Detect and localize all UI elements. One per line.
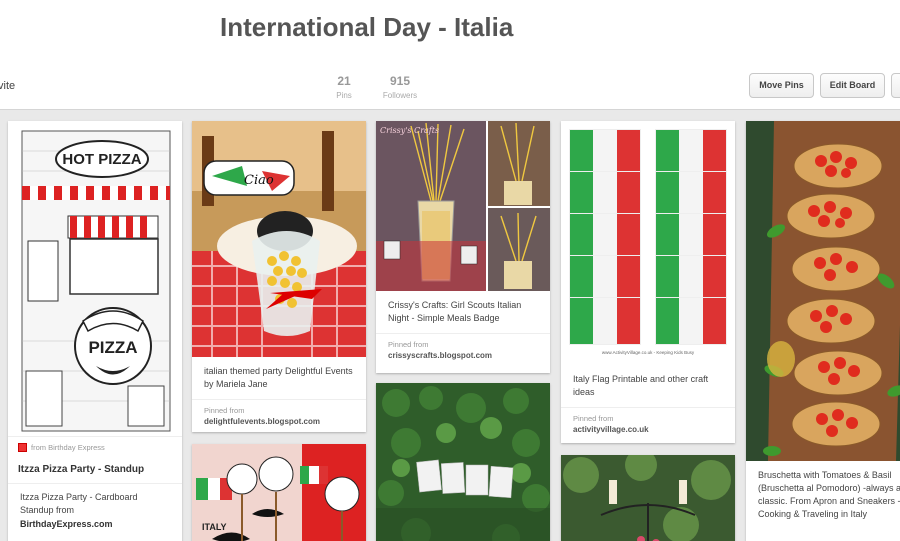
pinned-from-label: Pinned from xyxy=(388,340,429,349)
svg-text:Crissy's Crafts: Crissy's Crafts xyxy=(380,126,439,135)
pin-title[interactable]: Itzza Pizza Party - Standup xyxy=(8,458,182,484)
pin-description: Crissy's Crafts: Girl Scouts Italian Nig… xyxy=(388,300,522,323)
followers-label: Followers xyxy=(382,91,418,100)
pin-link[interactable]: BirthdayExpress.com xyxy=(8,517,182,529)
pin-image[interactable] xyxy=(746,121,900,461)
followers-count: 915 xyxy=(389,74,411,88)
flag-card xyxy=(570,130,640,176)
flag-card xyxy=(570,214,640,260)
pin-italian-party[interactable]: Ciao italian themed party Delightful Eve… xyxy=(192,121,366,432)
pin-place-cards[interactable] xyxy=(376,383,550,541)
pizza-standup-image: HOT PIZZA PIZZA xyxy=(21,130,171,432)
flag-card xyxy=(656,298,726,344)
board-title: International Day - Italia xyxy=(220,12,514,42)
pinned-from[interactable]: Pinned from delightfulevents.blogspot.co… xyxy=(192,399,366,432)
flag-card xyxy=(656,172,726,218)
birthday-express-logo-icon xyxy=(18,443,27,452)
pinned-from[interactable]: Pinned from crissyscrafts.blogspot.com xyxy=(376,333,550,366)
bruschetta-board-image xyxy=(746,121,900,461)
pins-count: 21 xyxy=(337,74,351,88)
svg-text:PIZZA: PIZZA xyxy=(88,338,137,357)
pin-italy-flag-printable[interactable]: www.ActivityVillage.co.uk - Keeping Kids… xyxy=(561,121,735,443)
pin-pizza-standup[interactable]: HOT PIZZA PIZZA from Birthday Express It… xyxy=(8,121,182,541)
pin-image[interactable]: Ciao xyxy=(192,121,366,357)
svg-text:HOT PIZZA: HOT PIZZA xyxy=(62,151,141,168)
pin-description: Bruschetta with Tomatoes & Basil (Brusch… xyxy=(758,470,900,519)
pin-attribution[interactable]: from Birthday Express xyxy=(8,436,182,458)
flag-card xyxy=(656,130,726,176)
pin-description: Italy Flag Printable and other craft ide… xyxy=(573,374,709,397)
svg-text:Ciao: Ciao xyxy=(244,173,274,188)
pin-description: italian themed party Delightful Events b… xyxy=(204,366,353,389)
svg-text:ITALY: ITALY xyxy=(202,522,227,532)
board-header: International Day - Italia vite 21 Pins … xyxy=(0,0,900,110)
pin-italy-signs[interactable]: ITALY xyxy=(192,444,366,541)
pins-label: Pins xyxy=(336,91,352,100)
flag-card xyxy=(570,172,640,218)
pin-crissys-crafts[interactable]: Crissy's Crafts Crissy's Crafts: Girl Sc… xyxy=(376,121,550,373)
edit-board-button[interactable]: Edit Board xyxy=(820,73,885,98)
pin-bruschetta[interactable]: Bruschetta with Tomatoes & Basil (Brusch… xyxy=(746,121,900,541)
spaghetti-centerpiece-image: Crissy's Crafts xyxy=(376,121,550,291)
party-signs-image: ITALY xyxy=(192,444,366,541)
pin-image[interactable]: Crissy's Crafts xyxy=(376,121,550,291)
pinned-from-label: Pinned from xyxy=(573,414,614,423)
pin-description: Itzza Pizza Party - Cardboard Standup fr… xyxy=(20,492,138,515)
pinned-from-source[interactable]: crissyscrafts.blogspot.com xyxy=(388,351,538,360)
pin-image[interactable]: www.ActivityVillage.co.uk - Keeping Kids… xyxy=(561,121,735,365)
attribution-source: Birthday Express xyxy=(48,443,105,452)
pinned-from-source[interactable]: delightfulevents.blogspot.com xyxy=(204,417,354,426)
image-caption: www.ActivityVillage.co.uk - Keeping Kids… xyxy=(601,350,695,355)
outdoor-dinner-image xyxy=(561,455,735,541)
followers-stat[interactable]: 915 Followers xyxy=(380,74,420,100)
party-table-image: Ciao xyxy=(192,121,366,357)
pin-dinner-table[interactable] xyxy=(561,455,735,541)
owner-name[interactable]: vite xyxy=(0,80,15,92)
move-pins-button[interactable]: Move Pins xyxy=(749,73,814,98)
ivy-place-cards-image xyxy=(376,383,550,541)
flag-card xyxy=(570,298,640,344)
flag-card xyxy=(656,256,726,302)
flag-card xyxy=(656,214,726,260)
pinned-from-source[interactable]: activityvillage.co.uk xyxy=(573,425,723,434)
more-button[interactable] xyxy=(891,73,900,98)
flag-card xyxy=(570,256,640,302)
pinned-from[interactable]: Pinned from activityvillage.co.uk xyxy=(561,407,735,440)
attribution-prefix: from xyxy=(31,443,46,452)
pin-image[interactable]: HOT PIZZA PIZZA xyxy=(8,121,182,436)
pins-stat[interactable]: 21 Pins xyxy=(330,74,358,100)
pinned-from-label: Pinned from xyxy=(204,406,245,415)
